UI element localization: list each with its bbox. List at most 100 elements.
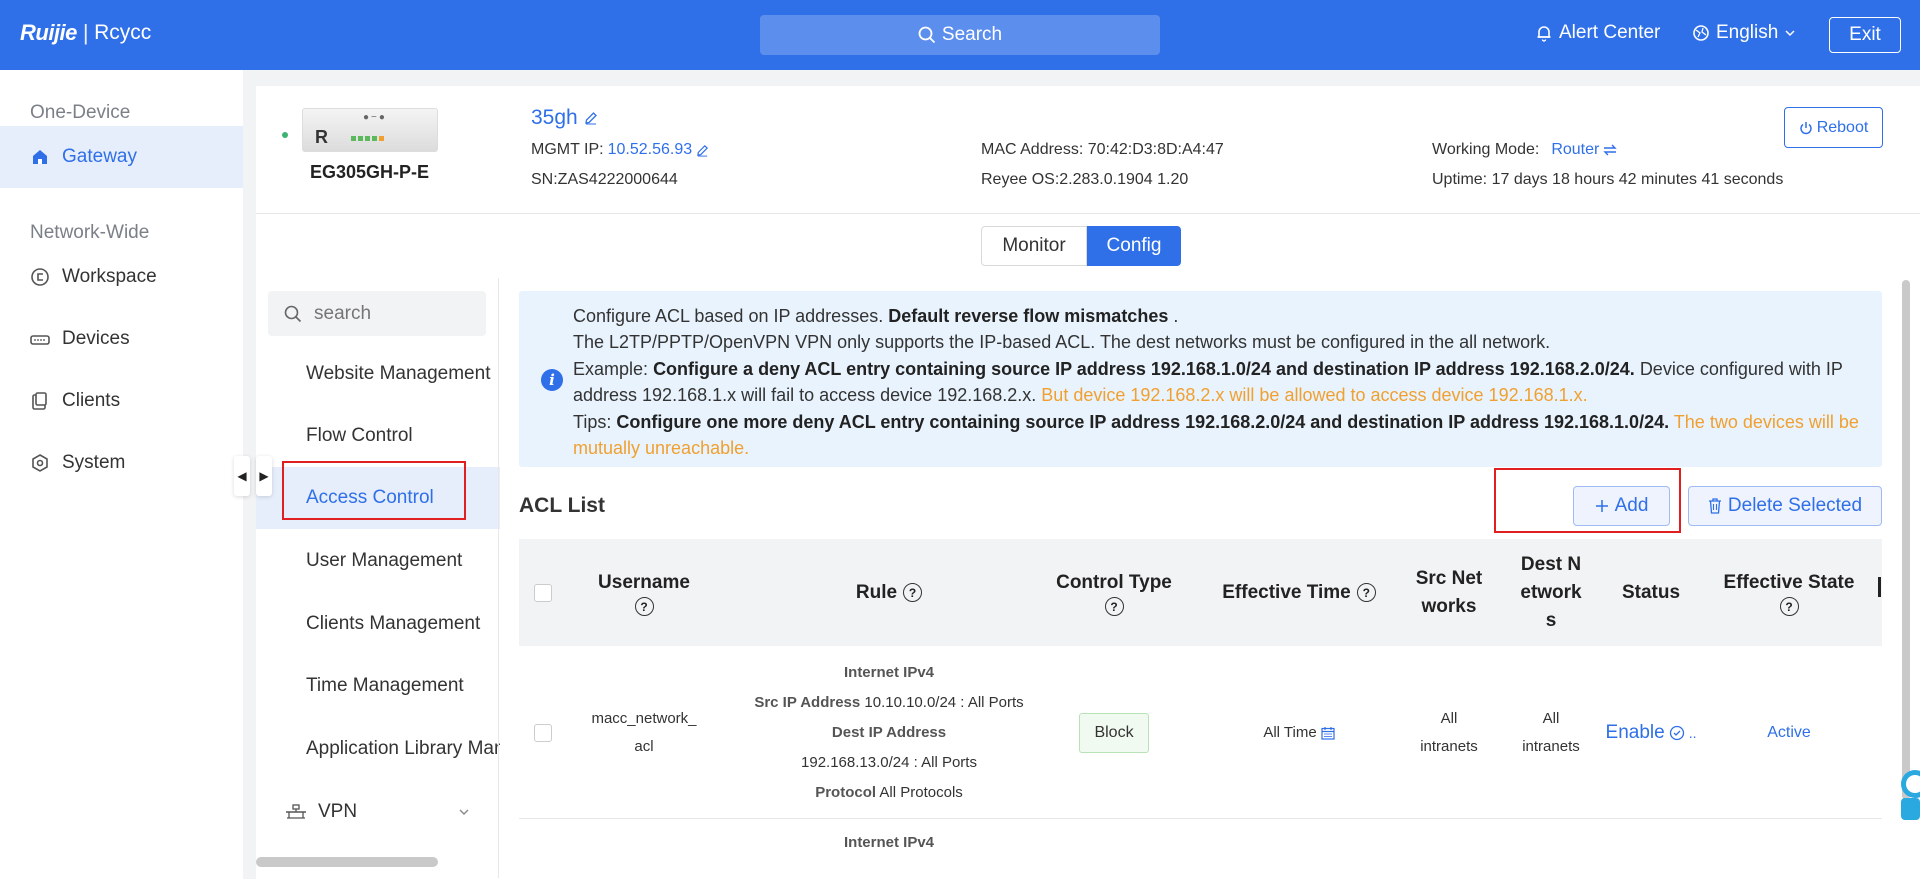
reboot-button[interactable]: Reboot [1784,107,1883,148]
section-label-one-device: One-Device [30,102,131,123]
cell-effective-time: All Time [1199,646,1399,819]
menu-item-clients-management[interactable]: Clients Management [256,593,500,655]
plus-icon [1595,500,1608,512]
menu-item-user-management[interactable]: User Management [256,530,500,592]
section-label-network-wide: Network-Wide [30,222,150,243]
sidebar-item-clients[interactable]: Clients [0,370,243,432]
info-tips: Tips: Configure one more deny ACL entry … [573,411,1859,459]
power-icon [1800,121,1812,134]
info-example: Example: Configure a deny ACL entry cont… [573,358,1843,406]
online-status-dot [282,132,288,138]
truncated-header-marker [1878,577,1881,597]
swap-icon[interactable] [1603,143,1618,157]
caret-right-icon: ▶ [259,469,269,483]
exit-button[interactable]: Exit [1829,17,1901,53]
global-search-button[interactable]: Search [760,15,1160,55]
header-effective-time: Effective Time? [1199,539,1399,646]
logo-separator: | [82,20,89,45]
cell-username: macc_network_acl [591,709,697,755]
effective-state-text: Active [1767,723,1811,741]
acl-list-title: ACL List [519,494,605,517]
device-indicator: ●−● [363,112,387,123]
help-icon[interactable]: ? [1779,597,1799,616]
help-icon[interactable]: ? [634,597,654,616]
collapse-left-button[interactable]: ◀ [234,456,250,496]
device-image: ●−● R [302,108,438,152]
sidebar-item-workspace[interactable]: Workspace [0,246,243,308]
select-all-checkbox[interactable] [534,583,552,602]
sidebar-item-label: Devices [62,328,130,349]
working-mode-value[interactable]: Router [1551,141,1599,159]
menu-item-flow-control[interactable]: Flow Control [256,405,500,467]
menu-item-website-management[interactable]: Website Management [256,343,500,405]
add-label: Add [1614,495,1649,516]
global-search-label: Search [941,24,1003,45]
rule-type: Internet IPv4 [843,663,935,681]
assistant-icon[interactable] [1893,762,1920,824]
header-username: Username? [579,539,709,646]
menu-item-vpn[interactable]: VPN [256,781,500,843]
add-button[interactable]: Add [1573,486,1670,526]
serial-number: SN:ZAS4222000644 [531,171,678,188]
effective-time-value: All Time [1263,723,1317,741]
home-icon [30,147,50,167]
info-icon: i [541,369,563,391]
trash-icon [1708,498,1721,514]
expand-right-button[interactable]: ▶ [256,456,272,496]
mgmt-ip-value[interactable]: 10.52.56.93 [608,141,693,159]
horizontal-scrollbar[interactable] [256,857,438,867]
help-icon[interactable]: ? [1104,597,1124,616]
logo-sub: Rcycc [94,21,152,44]
tab-config[interactable]: Config [1087,226,1181,266]
menu-search-input[interactable] [314,302,464,325]
header-control-type: Control Type? [1039,539,1189,646]
search-icon [284,305,302,322]
calendar-icon[interactable] [1321,726,1335,740]
delete-selected-button[interactable]: Delete Selected [1688,486,1882,526]
header-dest-networks: Dest Networks [1520,553,1582,631]
menu-item-access-control[interactable]: Access Control [256,467,500,529]
edit-icon[interactable] [584,111,598,125]
top-bar: Ruijie | Rcycc Search Alert Center Engli… [0,0,1920,70]
check-circle-icon [1669,725,1684,740]
row-checkbox[interactable] [534,723,552,742]
menu-item-application-library[interactable]: Application Library Management [256,718,500,780]
header-src-networks: Src Networks [1415,567,1483,617]
edit-icon[interactable] [696,144,709,157]
menu-divider [498,278,499,878]
sidebar-item-label: System [62,452,126,473]
tab-monitor[interactable]: Monitor [981,226,1087,266]
sidebar-item-devices[interactable]: Devices [0,308,243,370]
acl-table-header: Username? Rule? Control Type? Effective … [519,539,1882,646]
delete-selected-label: Delete Selected [1727,495,1863,516]
logo: Ruijie | Rcycc [20,20,151,46]
sidebar-item-system[interactable]: System [0,432,243,494]
menu-item-label: VPN [318,801,358,822]
help-icon[interactable]: ? [903,583,923,602]
cell-src-networks: All intranets [1420,709,1478,755]
alert-center-button[interactable]: Alert Center [1535,22,1660,44]
logo-brand: Ruijie [20,20,77,45]
device-model: EG305GH-P-E [310,162,430,182]
menu-item-time-management[interactable]: Time Management [256,655,500,717]
vertical-scrollbar[interactable] [1902,280,1910,800]
help-icon[interactable]: ? [1356,583,1376,602]
working-mode-label: Working Mode: [1432,141,1540,158]
caret-left-icon: ◀ [237,469,247,483]
sidebar-item-label: Clients [62,390,121,411]
acl-info-box: Configure ACL based on IP addresses. Def… [519,291,1882,467]
language-label: English [1716,22,1779,43]
device-name[interactable]: 35gh [531,106,598,130]
menu-search-field[interactable] [268,291,486,336]
header-status: Status [1621,581,1681,603]
status-toggle[interactable]: Enable .. [1606,718,1697,748]
sidebar-item-gateway[interactable]: Gateway [0,126,243,188]
cell-status: Enable .. [1601,646,1701,819]
table-row: macc_network_acl Internet IPv4 Src IP Ad… [519,646,1882,819]
language-selector[interactable]: English [1692,22,1796,44]
info-line-1: Configure ACL based on IP addresses. Def… [573,306,1179,326]
workspace-icon [30,267,50,287]
search-icon [918,26,936,44]
row-checkbox-cell [531,646,555,819]
cell-rule: Internet IPv4 [719,832,1059,854]
